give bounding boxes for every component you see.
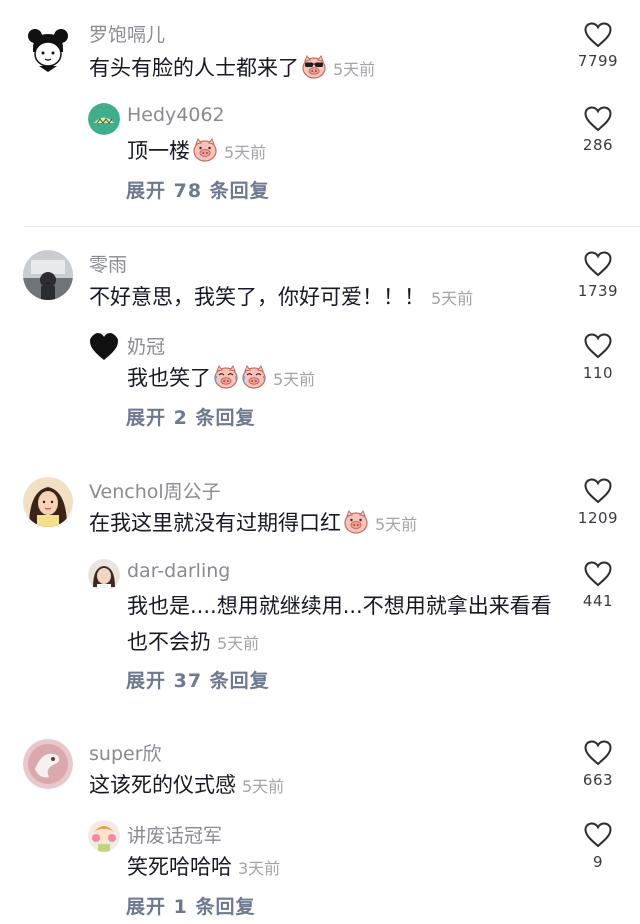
reply-body: 我也笑了 — [127, 366, 211, 390]
reply-text: 我也是....想用就继续用...不想用就拿出来看看也不会扔 5天前 — [127, 588, 567, 662]
comment-body: 这该死的仪式感 — [89, 773, 236, 797]
comment-body: 不好意思，我笑了，你好可爱！！！ — [89, 285, 425, 309]
avatar[interactable] — [23, 477, 73, 527]
expand-replies-button[interactable]: 展开 37 条回复 — [126, 666, 270, 693]
crying-laugh-emoji-icon — [241, 365, 267, 389]
like-count: 663 — [582, 771, 614, 789]
heart-outline-icon[interactable] — [584, 251, 612, 277]
reply-username[interactable]: 讲废话冠军 — [127, 821, 222, 848]
avatar[interactable] — [23, 739, 73, 789]
reply-text: 我也笑了 5天前 — [127, 362, 315, 396]
reply-avatar[interactable] — [88, 820, 120, 852]
avatar[interactable] — [23, 22, 73, 72]
expand-replies-button[interactable]: 展开 2 条回复 — [126, 403, 255, 430]
heart-outline-icon[interactable] — [584, 22, 612, 48]
reply-time: 5天前 — [224, 143, 267, 162]
reply-username[interactable]: dar-darling — [127, 560, 230, 582]
reply-time: 3天前 — [238, 859, 281, 878]
comment-body: 有头有脸的人士都来了 — [89, 56, 299, 80]
comment-text: 有头有脸的人士都来了 5天前 — [89, 52, 375, 86]
reply-avatar[interactable] — [88, 331, 120, 363]
heart-outline-icon[interactable] — [584, 822, 612, 848]
comment-text: 在我这里就没有过期得口红 5天前 — [89, 507, 417, 541]
comment-time: 5天前 — [375, 515, 418, 534]
comment-username[interactable]: 罗饱嗝儿 — [89, 20, 165, 47]
heart-outline-icon[interactable] — [584, 561, 612, 587]
like-count: 286 — [582, 136, 614, 154]
avatar[interactable] — [23, 250, 73, 300]
reply-body: 笑死哈哈哈 — [127, 855, 232, 879]
crying-laugh-emoji-icon — [213, 365, 239, 389]
heart-outline-icon[interactable] — [584, 740, 612, 766]
heart-outline-icon[interactable] — [584, 333, 612, 359]
heart-outline-icon[interactable] — [584, 106, 612, 132]
reply-body: 顶一楼 — [127, 139, 190, 163]
reply-text: 顶一楼 5天前 — [127, 135, 266, 169]
reply-text: 笑死哈哈哈 3天前 — [127, 851, 280, 885]
like-count: 7799 — [577, 52, 619, 70]
expand-replies-button[interactable]: 展开 78 条回复 — [126, 176, 270, 203]
comment-time: 5天前 — [431, 289, 474, 308]
comment-username[interactable]: Venchol周公子 — [89, 477, 221, 504]
like-count: 1739 — [577, 282, 619, 300]
reply-time: 5天前 — [217, 634, 260, 653]
reply-username[interactable]: Hedy4062 — [127, 104, 225, 126]
expand-replies-button[interactable]: 展开 1 条回复 — [126, 892, 255, 919]
like-count: 441 — [582, 592, 614, 610]
cool-pig-emoji-icon — [301, 55, 327, 79]
comment-text: 这该死的仪式感 5天前 — [89, 769, 284, 803]
reply-time: 5天前 — [273, 370, 316, 389]
reply-body: 我也是....想用就继续用...不想用就拿出来看看也不会扔 — [127, 594, 552, 654]
comment-time: 5天前 — [333, 60, 376, 79]
comment-text: 不好意思，我笑了，你好可爱！！！ 5天前 — [89, 281, 473, 315]
pig-emoji-icon — [192, 138, 218, 162]
thread-divider — [24, 226, 640, 227]
comment-body: 在我这里就没有过期得口红 — [89, 511, 341, 535]
reply-avatar[interactable] — [88, 559, 120, 591]
pig-emoji-icon — [343, 510, 369, 534]
comment-username[interactable]: super欣 — [89, 739, 162, 766]
reply-username[interactable]: 奶冠 — [127, 332, 165, 359]
like-count: 1209 — [577, 509, 619, 527]
like-count: 9 — [592, 853, 604, 871]
heart-outline-icon[interactable] — [584, 478, 612, 504]
reply-avatar[interactable] — [88, 103, 120, 135]
comment-username[interactable]: 零雨 — [89, 250, 127, 277]
like-count: 110 — [582, 364, 614, 382]
comment-time: 5天前 — [242, 777, 285, 796]
